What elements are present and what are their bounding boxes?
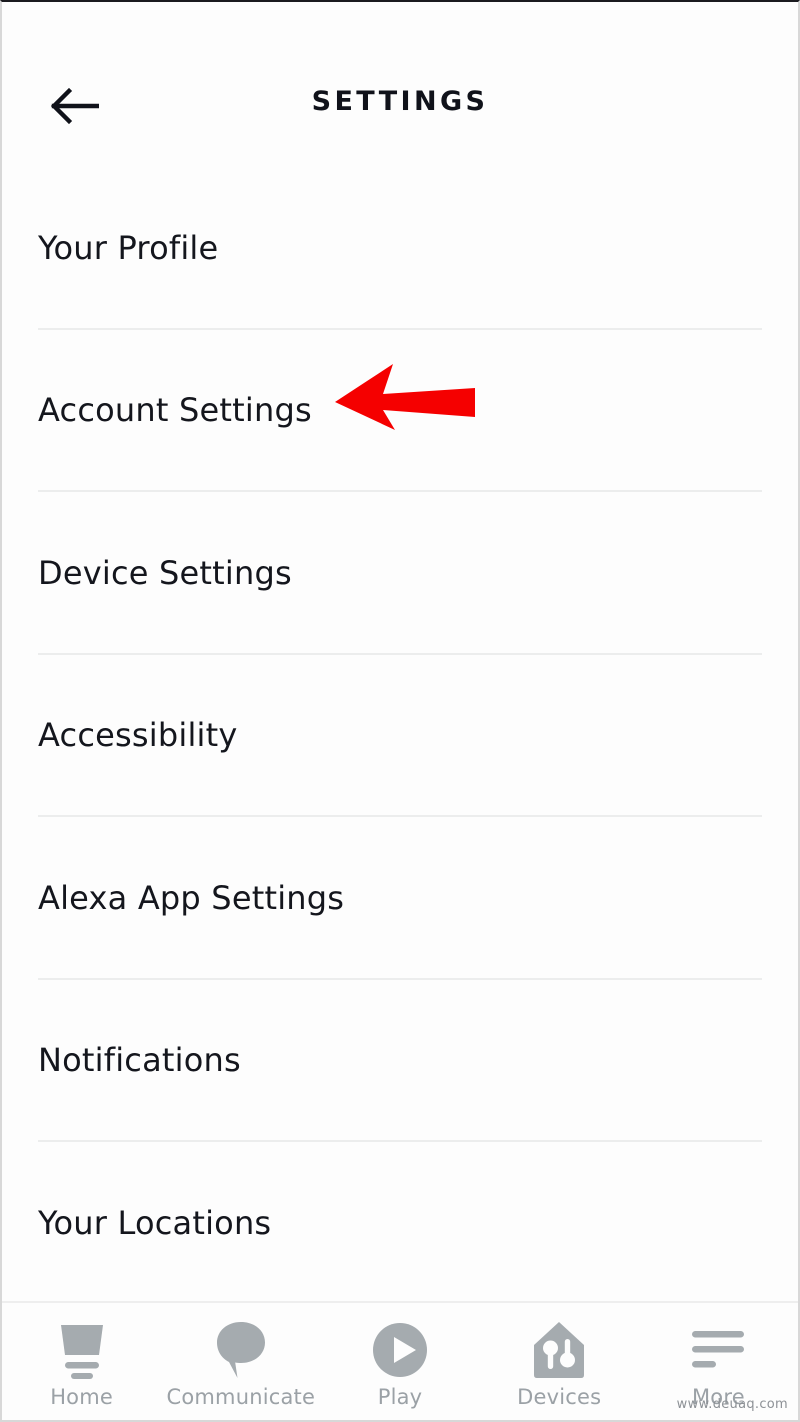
app-screen: SETTINGS Your Profile Account Settings D… [0, 0, 800, 1422]
list-item-label: Accessibility [38, 716, 238, 755]
nav-item-home[interactable]: Home [2, 1319, 161, 1409]
list-item-label: Your Profile [38, 228, 219, 267]
list-item-label: Alexa App Settings [38, 878, 345, 917]
nav-item-label: Play [377, 1385, 423, 1409]
list-item-label: Your Locations [38, 1203, 272, 1242]
list-item-account-settings[interactable]: Account Settings [2, 330, 798, 492]
list-item-notifications[interactable]: Notifications [2, 980, 798, 1142]
site-watermark: www.deuaq.com [676, 1397, 788, 1412]
hamburger-menu-icon [690, 1319, 746, 1381]
nav-item-label: Communicate [166, 1385, 316, 1409]
echo-speaker-icon [54, 1319, 110, 1381]
house-devices-icon [532, 1319, 586, 1381]
list-item-label: Device Settings [38, 553, 292, 592]
speech-bubble-icon [215, 1319, 267, 1381]
nav-item-label: Home [50, 1385, 114, 1409]
list-item-your-profile[interactable]: Your Profile [2, 167, 798, 330]
list-item-alexa-app-settings[interactable]: Alexa App Settings [2, 817, 798, 980]
list-item-your-locations[interactable]: Your Locations [2, 1142, 798, 1305]
nav-item-communicate[interactable]: Communicate [161, 1319, 320, 1409]
list-item-label: Notifications [38, 1041, 241, 1080]
nav-item-play[interactable]: Play [320, 1319, 479, 1409]
app-header: SETTINGS [2, 2, 798, 167]
nav-item-devices[interactable]: Devices [480, 1319, 639, 1409]
page-title: SETTINGS [311, 86, 489, 117]
play-circle-icon [371, 1319, 429, 1381]
nav-item-more[interactable]: More [639, 1319, 798, 1409]
list-item-accessibility[interactable]: Accessibility [2, 655, 798, 817]
settings-list: Your Profile Account Settings Device Set… [2, 167, 798, 1305]
list-item-label: Account Settings [38, 391, 312, 430]
nav-item-label: Devices [517, 1385, 602, 1409]
list-item-device-settings[interactable]: Device Settings [2, 492, 798, 655]
